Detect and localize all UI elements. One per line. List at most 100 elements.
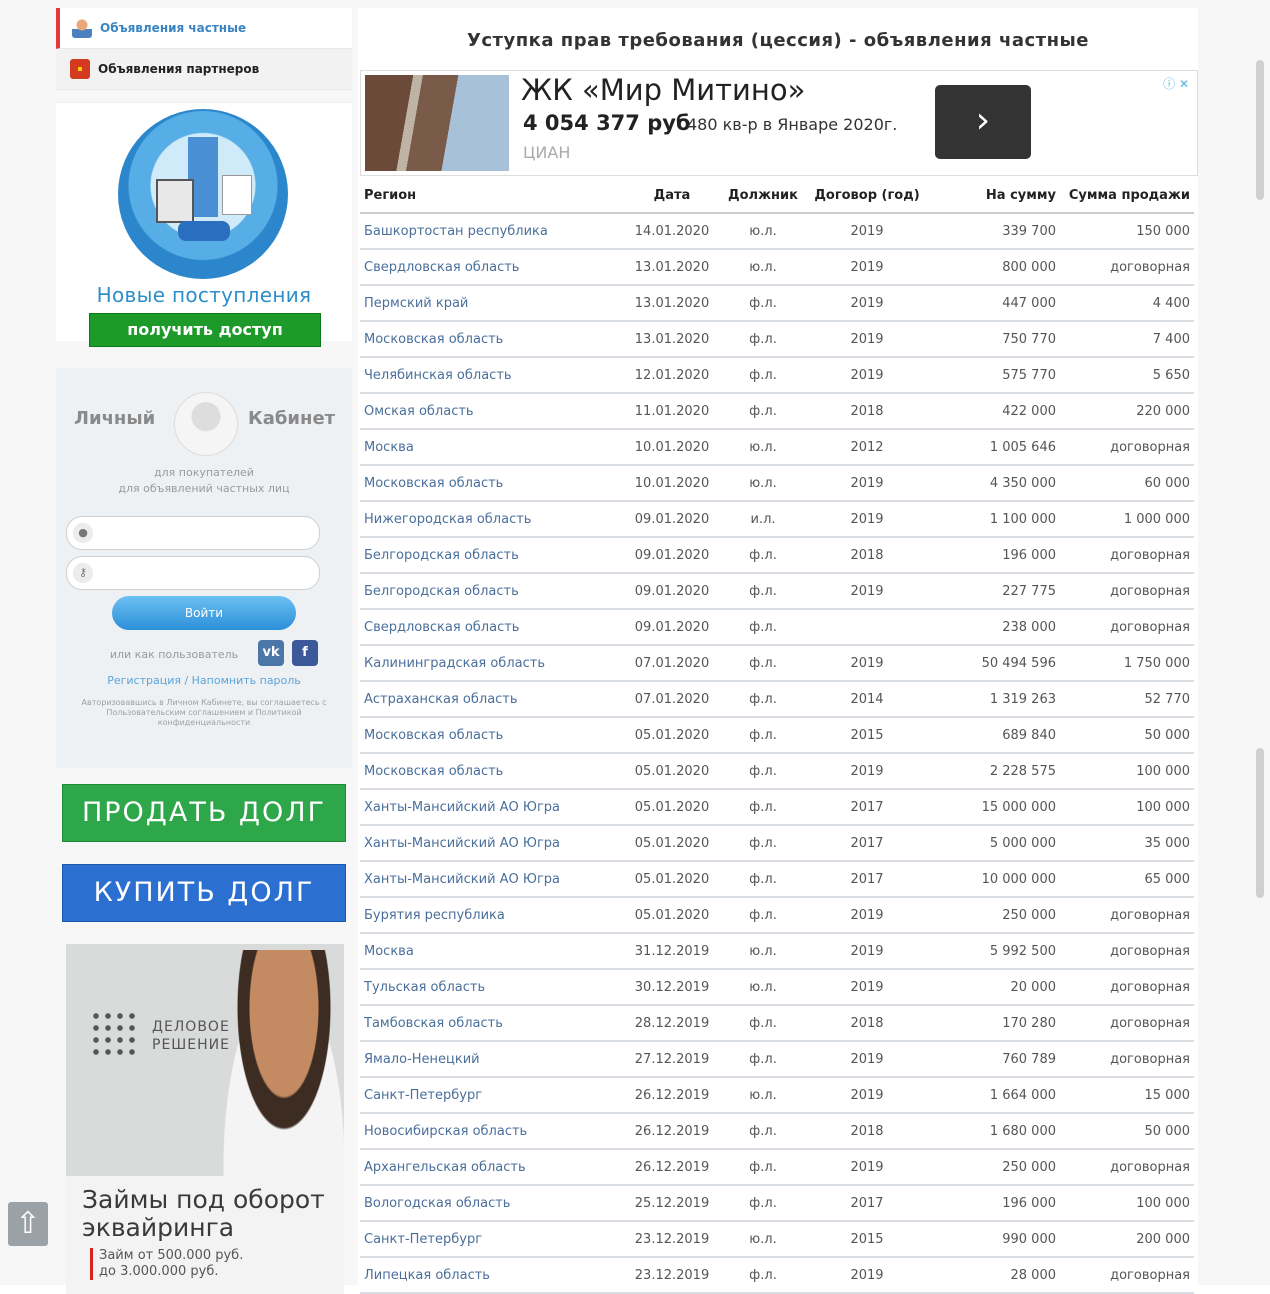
cell-debtor: ф.л. [722, 1041, 804, 1078]
cell-region[interactable]: Белгородская область [360, 537, 622, 574]
cell-date: 09.01.2020 [622, 573, 722, 610]
table-row[interactable]: Белгородская область 09.01.2020 ф.л. 2018 19… [360, 537, 1194, 574]
cell-region[interactable]: Омская область [360, 393, 622, 430]
vk-icon[interactable]: vk [258, 640, 284, 666]
register-remind-link[interactable]: Регистрация / Напомнить пароль [56, 674, 352, 687]
table-row[interactable]: Москва 10.01.2020 ю.л. 2012 1 005 646 договор… [360, 429, 1194, 466]
cell-region[interactable]: Астраханская область [360, 681, 622, 718]
table-row[interactable]: Новосибирская область 26.12.2019 ф.л. 2018 1… [360, 1113, 1194, 1150]
cell-region[interactable]: Московская область [360, 465, 622, 502]
table-row[interactable]: Ямало-Ненецкий 27.12.2019 ф.л. 2019 760 789 д… [360, 1041, 1194, 1078]
buy-debt-button[interactable]: КУПИТЬ ДОЛГ [62, 864, 346, 922]
cell-region[interactable]: Ханты-Мансийский АО Югра [360, 861, 622, 898]
table-row[interactable]: Тамбовская область 28.12.2019 ф.л. 2018 170 … [360, 1005, 1194, 1042]
table-row[interactable]: Москва 31.12.2019 ю.л. 2019 5 992 500 договор… [360, 933, 1194, 970]
col-debtor[interactable]: Должник [722, 178, 804, 214]
table-row[interactable]: Челябинская область 12.01.2020 ф.л. 2019 575… [360, 357, 1194, 394]
cell-date: 25.12.2019 [622, 1185, 722, 1222]
table-row[interactable]: Калининградская область 07.01.2020 ф.л. 201… [360, 645, 1194, 682]
table-row[interactable]: Архангельская область 26.12.2019 ф.л. 2019 2… [360, 1149, 1194, 1186]
col-sum[interactable]: На сумму [930, 178, 1060, 214]
cell-region[interactable]: Башкортостан республика [360, 213, 622, 250]
login-button[interactable]: Войти [112, 596, 296, 630]
cell-region[interactable]: Свердловская область [360, 249, 622, 286]
cell-region[interactable]: Бурятия республика [360, 897, 622, 934]
cell-region[interactable]: Московская область [360, 321, 622, 358]
cell-region[interactable]: Липецкая область [360, 1257, 622, 1294]
cell-region[interactable]: Нижегородская область [360, 501, 622, 538]
side-advertisement[interactable]: ДЕЛОВОЕ РЕШЕНИЕ Займы под оборот эквайри… [66, 944, 344, 1294]
cell-debtor: ю.л. [722, 465, 804, 502]
cell-contract-year: 2019 [804, 285, 930, 322]
ad-banner[interactable]: ЖК «Мир Митино» 4 054 377 руб 480 кв-р в… [360, 70, 1198, 176]
nav-partner-ads[interactable]: Объявления партнеров [56, 49, 352, 90]
table-row[interactable]: Санкт-Петербург 23.12.2019 ю.л. 2015 990 000… [360, 1221, 1194, 1258]
cell-contract-year: 2018 [804, 1005, 930, 1042]
cell-region[interactable]: Ханты-Мансийский АО Югра [360, 825, 622, 862]
table-row[interactable]: Ханты-Мансийский АО Югра 05.01.2020 ф.л. 20… [360, 825, 1194, 862]
table-row[interactable]: Белгородская область 09.01.2020 ф.л. 2019 22… [360, 573, 1194, 610]
table-row[interactable]: Омская область 11.01.2020 ф.л. 2018 422 000 2… [360, 393, 1194, 430]
table-row[interactable]: Пермский край 13.01.2020 ф.л. 2019 447 000 4 … [360, 285, 1194, 322]
cell-region[interactable]: Архангельская область [360, 1149, 622, 1186]
get-access-button[interactable]: получить доступ [89, 313, 321, 347]
nav-private-ads[interactable]: Объявления частные [56, 8, 352, 49]
cell-region[interactable]: Тамбовская область [360, 1005, 622, 1042]
table-row[interactable]: Московская область 05.01.2020 ф.л. 2019 2 22… [360, 753, 1194, 790]
cell-region[interactable]: Калининградская область [360, 645, 622, 682]
facebook-icon[interactable]: f [292, 640, 318, 666]
cell-region[interactable]: Ямало-Ненецкий [360, 1041, 622, 1078]
table-row[interactable]: Тульская область 30.12.2019 ю.л. 2019 20 000… [360, 969, 1194, 1006]
table-row[interactable]: Липецкая область 23.12.2019 ф.л. 2019 28 000… [360, 1257, 1194, 1294]
table-row[interactable]: Нижегородская область 09.01.2020 и.л. 2019 1… [360, 501, 1194, 538]
cell-date: 11.01.2020 [622, 393, 722, 430]
arrow-up-icon[interactable]: ⇧ [8, 1202, 48, 1246]
cell-region[interactable]: Новосибирская область [360, 1113, 622, 1150]
ad-open-button[interactable]: › [935, 85, 1031, 159]
table-row[interactable]: Свердловская область 09.01.2020 ф.л. 238 00… [360, 609, 1194, 646]
sell-debt-button[interactable]: ПРОДАТЬ ДОЛГ [62, 784, 346, 842]
table-row[interactable]: Ханты-Мансийский АО Югра 05.01.2020 ф.л. 20… [360, 861, 1194, 898]
cell-region[interactable]: Свердловская область [360, 609, 622, 646]
table-row[interactable]: Московская область 10.01.2020 ю.л. 2019 4 35… [360, 465, 1194, 502]
col-contract-year[interactable]: Договор (год) [804, 178, 930, 214]
ad-info-close-icon[interactable]: ⓘ ✕ [1163, 75, 1189, 92]
personal-cabinet-login: Личный Кабинет для покупателей для объяв… [56, 368, 352, 768]
cell-date: 30.12.2019 [622, 969, 722, 1006]
table-row[interactable]: Вологодская область 25.12.2019 ф.л. 2017 196… [360, 1185, 1194, 1222]
cell-sale: 50 000 [1060, 717, 1194, 754]
cell-region[interactable]: Пермский край [360, 285, 622, 322]
cell-sum: 1 319 263 [930, 681, 1060, 718]
cell-region[interactable]: Москва [360, 933, 622, 970]
cell-region[interactable]: Санкт-Петербург [360, 1221, 622, 1258]
scrollbar[interactable] [1256, 40, 1266, 1270]
table-row[interactable]: Санкт-Петербург 26.12.2019 ю.л. 2019 1 664 0… [360, 1077, 1194, 1114]
cell-region[interactable]: Белгородская область [360, 573, 622, 610]
scrollbar-thumb-secondary[interactable] [1256, 748, 1264, 898]
cell-date: 28.12.2019 [622, 1005, 722, 1042]
col-sale[interactable]: Сумма продажи [1060, 178, 1194, 214]
cell-region[interactable]: Москва [360, 429, 622, 466]
cell-region[interactable]: Тульская область [360, 969, 622, 1006]
table-row[interactable]: Ханты-Мансийский АО Югра 05.01.2020 ф.л. 20… [360, 789, 1194, 826]
scrollbar-thumb[interactable] [1256, 60, 1264, 200]
col-region[interactable]: Регион [360, 178, 622, 214]
table-row[interactable]: Свердловская область 13.01.2020 ю.л. 2019 80… [360, 249, 1194, 286]
table-row[interactable]: Московская область 05.01.2020 ф.л. 2015 689 … [360, 717, 1194, 754]
password-input[interactable]: ⚷ [66, 556, 320, 590]
username-input[interactable]: ● [66, 516, 320, 550]
cell-region[interactable]: Санкт-Петербург [360, 1077, 622, 1114]
cell-region[interactable]: Московская область [360, 717, 622, 754]
cell-sale: договорная [1060, 249, 1194, 286]
cell-region[interactable]: Московская область [360, 753, 622, 790]
cell-region[interactable]: Вологодская область [360, 1185, 622, 1222]
cell-region[interactable]: Ханты-Мансийский АО Югра [360, 789, 622, 826]
table-row[interactable]: Астраханская область 07.01.2020 ф.л. 2014 1 … [360, 681, 1194, 718]
col-date[interactable]: Дата [622, 178, 722, 214]
cell-sum: 196 000 [930, 537, 1060, 574]
cell-sale: договорная [1060, 1005, 1194, 1042]
table-row[interactable]: Бурятия республика 05.01.2020 ф.л. 2019 250 … [360, 897, 1194, 934]
table-row[interactable]: Московская область 13.01.2020 ф.л. 2019 750 … [360, 321, 1194, 358]
cell-region[interactable]: Челябинская область [360, 357, 622, 394]
table-row[interactable]: Башкортостан республика 14.01.2020 ю.л. 201… [360, 213, 1194, 250]
